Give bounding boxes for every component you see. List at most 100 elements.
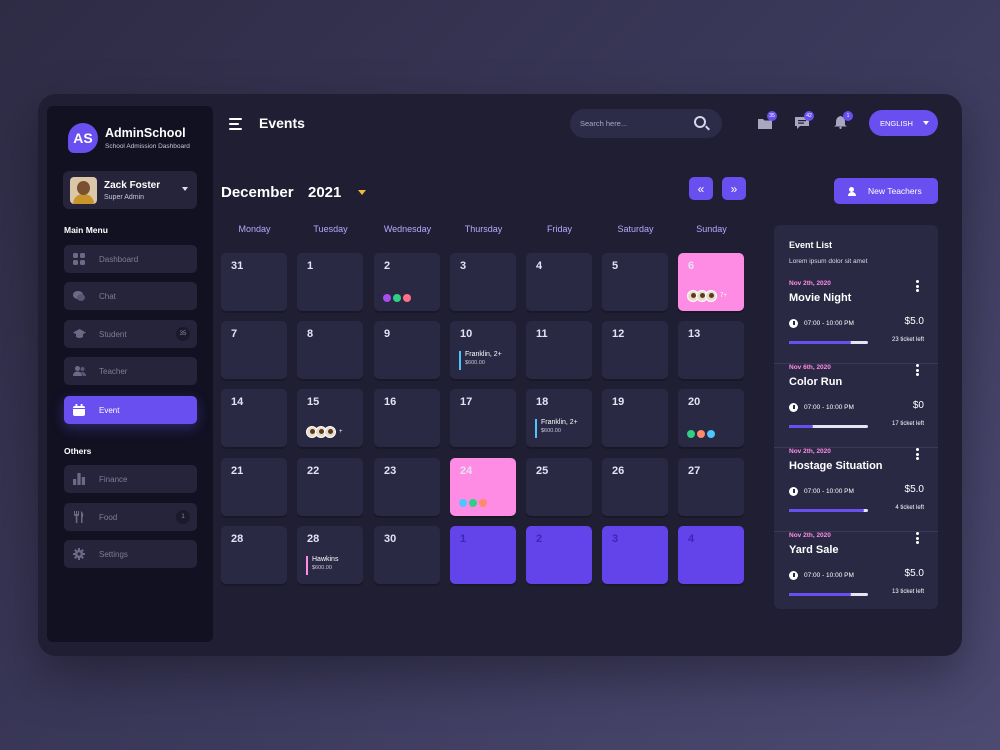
chat-icon xyxy=(73,290,85,302)
calendar-day[interactable]: 28 xyxy=(221,526,287,584)
more-options-icon[interactable] xyxy=(916,364,919,378)
calendar-day[interactable]: 22 xyxy=(297,458,363,516)
calendar-day[interactable]: 2 xyxy=(374,253,440,311)
calendar-day[interactable]: 1 xyxy=(297,253,363,311)
calendar-day[interactable]: 12 xyxy=(602,321,668,379)
sidebar-item-student[interactable]: Student 35 xyxy=(64,320,197,348)
calendar-day[interactable]: 31 xyxy=(221,253,287,311)
next-month-button[interactable]: » xyxy=(722,177,746,200)
day-event-price: $600.00 xyxy=(541,428,561,434)
attendee-avatars[interactable]: + xyxy=(306,426,343,438)
day-number: 26 xyxy=(612,465,625,477)
calendar-year[interactable]: 2021 xyxy=(308,184,341,201)
calendar-day[interactable]: 23 xyxy=(374,458,440,516)
day-event[interactable]: Franklin, 2+ $600.00 xyxy=(535,419,578,438)
calendar-day[interactable]: 4 xyxy=(678,526,744,584)
more-options-icon[interactable] xyxy=(916,280,919,294)
language-dropdown[interactable]: ENGLISH xyxy=(869,110,938,136)
mail-notification-button[interactable]: 35 xyxy=(758,111,777,129)
calendar-day[interactable]: 9 xyxy=(374,321,440,379)
clock-icon xyxy=(789,319,798,328)
event-price: $5.0 xyxy=(904,568,924,579)
calendar-day[interactable]: 3 xyxy=(450,253,516,311)
profile-name: Zack Foster xyxy=(104,179,161,191)
more-options-icon[interactable] xyxy=(916,532,919,546)
page-title: Events xyxy=(259,115,305,131)
day-number: 28 xyxy=(307,533,320,545)
calendar-day[interactable]: 17 xyxy=(450,389,516,447)
event-card[interactable]: Nov 2th, 2020 Yard Sale 07:00 - 10:00 PM $5… xyxy=(774,532,938,616)
event-time: 07:00 - 10:00 PM xyxy=(804,488,854,495)
calendar-day[interactable]: 13 xyxy=(678,321,744,379)
day-number: 27 xyxy=(688,465,701,477)
calendar-day[interactable]: 28 Hawkins $600.00 xyxy=(297,526,363,584)
calendar-day[interactable]: 20 xyxy=(678,389,744,447)
main-menu-title: Main Menu xyxy=(64,225,108,235)
calendar-day[interactable]: 3 xyxy=(602,526,668,584)
day-event[interactable]: Franklin, 2+ $600.00 xyxy=(459,351,502,370)
year-dropdown-caret-icon[interactable] xyxy=(358,190,366,195)
sidebar-item-label: Food xyxy=(99,512,118,522)
ticket-progress-bar xyxy=(789,509,868,512)
calendar-day[interactable]: 26 xyxy=(602,458,668,516)
calendar-day[interactable]: 11 xyxy=(526,321,592,379)
event-price: $5.0 xyxy=(904,484,924,495)
calendar-day[interactable]: 25 xyxy=(526,458,592,516)
calendar-day[interactable]: 2 xyxy=(526,526,592,584)
event-dot xyxy=(707,430,715,438)
hamburger-menu-icon[interactable] xyxy=(229,118,242,133)
sidebar-item-chat[interactable]: Chat xyxy=(64,282,197,310)
grid-icon xyxy=(73,253,85,265)
calendar-day[interactable]: 4 xyxy=(526,253,592,311)
clock-icon xyxy=(789,487,798,496)
calendar-day[interactable]: 27 xyxy=(678,458,744,516)
calendar-day[interactable]: 30 xyxy=(374,526,440,584)
search-icon[interactable] xyxy=(694,116,706,128)
ticket-progress-fill xyxy=(789,593,851,596)
event-price: $0 xyxy=(912,400,924,411)
event-dot xyxy=(403,294,411,302)
event-time: 07:00 - 10:00 PM xyxy=(804,572,854,579)
calendar-day[interactable]: 24 xyxy=(450,458,516,516)
calendar-day[interactable]: 19 xyxy=(602,389,668,447)
sidebar-item-food[interactable]: Food 1 xyxy=(64,503,197,531)
event-card[interactable]: Nov 2th, 2020 Hostage Situation 07:00 - 10… xyxy=(774,448,938,532)
brand[interactable]: AS AdminSchool School Admission Dashboar… xyxy=(68,123,190,153)
sidebar-item-teacher[interactable]: Teacher xyxy=(64,357,197,385)
calendar-day[interactable]: 14 xyxy=(221,389,287,447)
more-options-icon[interactable] xyxy=(916,448,919,462)
profile-role: Super Admin xyxy=(104,193,145,201)
sidebar-item-finance[interactable]: Finance xyxy=(64,465,197,493)
day-event[interactable]: Hawkins $600.00 xyxy=(306,556,338,575)
calendar-day[interactable]: 1 xyxy=(450,526,516,584)
bell-notification-button[interactable]: 1 xyxy=(834,111,853,129)
calendar-day[interactable]: 18 Franklin, 2+ $600.00 xyxy=(526,389,592,447)
weekday-header: Wednesday xyxy=(383,224,432,234)
sidebar-item-label: Event xyxy=(99,405,120,415)
day-number: 18 xyxy=(536,396,549,408)
event-list-title: Event List xyxy=(789,240,833,250)
calendar-day[interactable]: 7 xyxy=(221,321,287,379)
weekday-header: Tuesday xyxy=(313,224,348,234)
attendee-avatars[interactable]: 7+ xyxy=(687,290,727,302)
day-number: 2 xyxy=(536,533,543,545)
day-number: 1 xyxy=(307,260,314,272)
avatar xyxy=(70,176,97,204)
calendar-day[interactable]: 6 7+ xyxy=(678,253,744,311)
calendar-day[interactable]: 10 Franklin, 2+ $600.00 xyxy=(450,321,516,379)
sidebar-item-dashboard[interactable]: Dashboard xyxy=(64,245,197,273)
prev-month-button[interactable]: « xyxy=(689,177,713,200)
chat-notification-button[interactable]: 42 xyxy=(795,111,814,129)
profile-switcher[interactable]: Zack Foster Super Admin xyxy=(63,171,197,209)
day-number: 4 xyxy=(688,533,695,545)
new-teachers-button[interactable]: New Teachers xyxy=(834,178,938,204)
event-card[interactable]: Nov 6th, 2020 Color Run 07:00 - 10:00 PM $0… xyxy=(774,364,938,448)
calendar-day[interactable]: 15 + xyxy=(297,389,363,447)
event-card[interactable]: Nov 2th, 2020 Movie Night 07:00 - 10:00 PM… xyxy=(774,280,938,364)
sidebar-item-event[interactable]: Event xyxy=(64,396,197,424)
calendar-day[interactable]: 16 xyxy=(374,389,440,447)
calendar-day[interactable]: 8 xyxy=(297,321,363,379)
sidebar-item-settings[interactable]: Settings xyxy=(64,540,197,568)
calendar-day[interactable]: 21 xyxy=(221,458,287,516)
calendar-day[interactable]: 5 xyxy=(602,253,668,311)
